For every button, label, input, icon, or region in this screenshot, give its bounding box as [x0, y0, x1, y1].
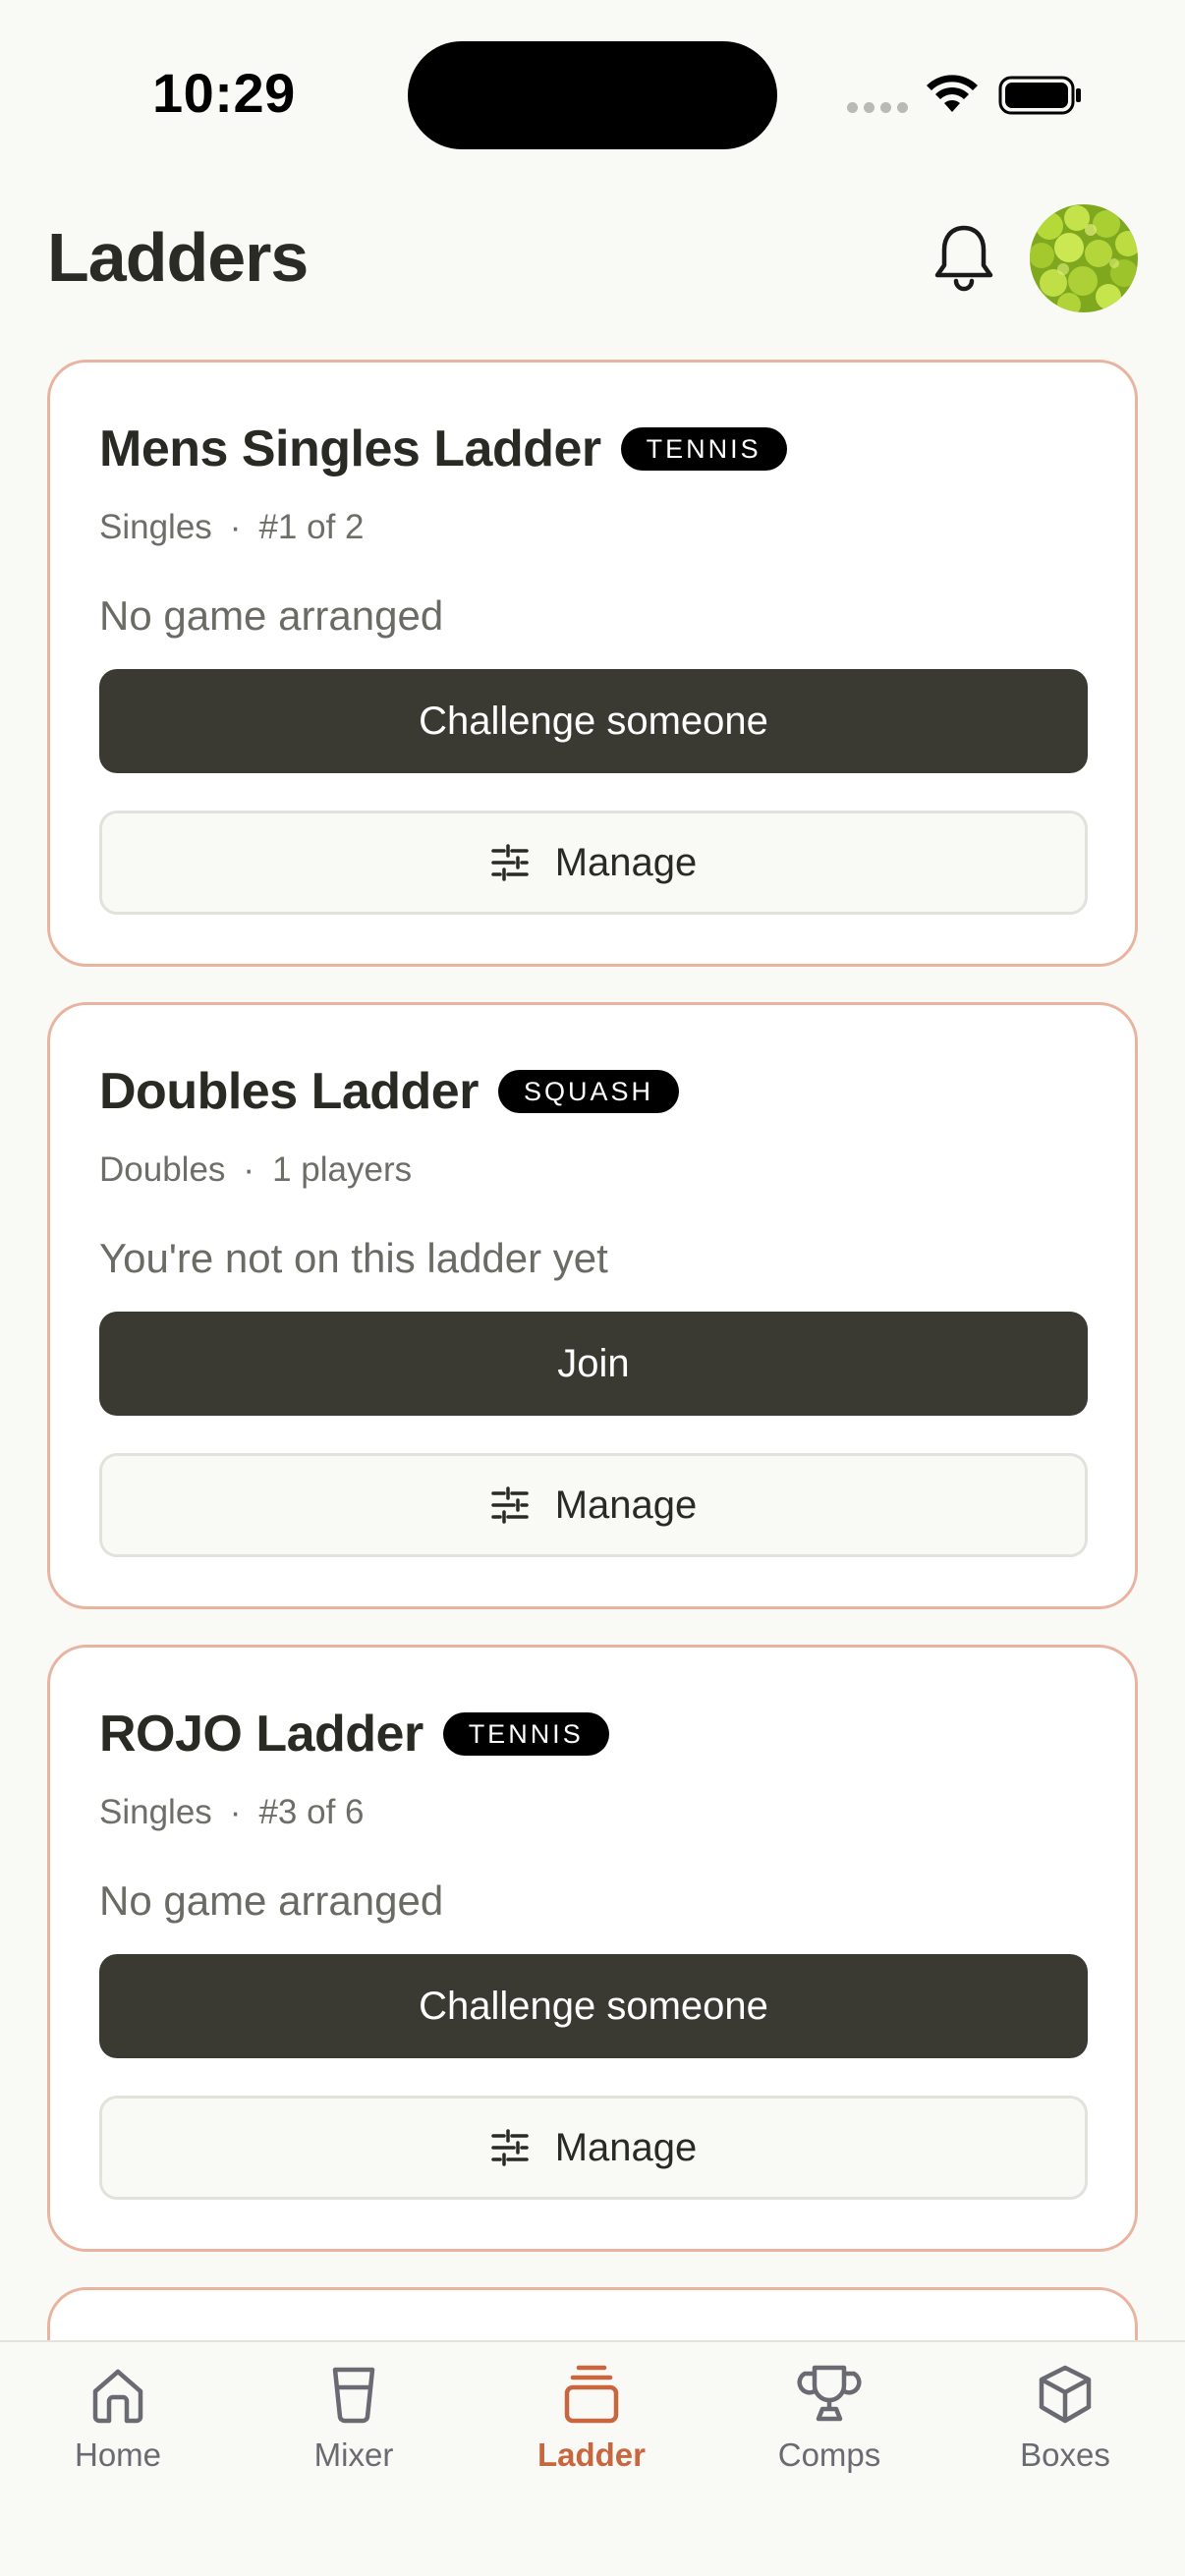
ladder-card[interactable]: ROJO Ladder TENNIS Singles · #3 of 6 No … [47, 1645, 1138, 2252]
meta-separator: · [229, 508, 242, 546]
tab-home[interactable]: Home [20, 2362, 216, 2509]
tab-label: Home [74, 2436, 162, 2473]
home-icon [92, 2369, 143, 2424]
notifications-bell-icon[interactable] [931, 222, 996, 293]
trophy-icon [797, 2365, 862, 2422]
tennis-balls-avatar-image [1030, 204, 1138, 312]
ladder-card[interactable]: Doubles Ladder SQUASH Doubles · 1 player… [47, 1002, 1138, 1609]
ladder-format: Doubles [99, 1150, 226, 1189]
tab-mixer[interactable]: Mixer [255, 2362, 452, 2509]
manage-label: Manage [554, 1483, 698, 1527]
tab-ladder[interactable]: Ladder [493, 2362, 690, 2509]
bottom-tab-bar: Home Mixer Ladder Comps Boxes [0, 2340, 1185, 2576]
cellular-signal-icon [847, 102, 908, 113]
ladder-format: Singles [99, 508, 212, 546]
tab-comps[interactable]: Comps [731, 2362, 928, 2509]
manage-label: Manage [554, 840, 698, 884]
manage-button[interactable]: Manage [99, 1453, 1088, 1557]
sport-badge: TENNIS [620, 427, 787, 471]
manage-button[interactable]: Manage [99, 2096, 1088, 2200]
manage-button[interactable]: Manage [99, 811, 1088, 915]
challenge-someone-button[interactable]: Challenge someone [99, 1954, 1088, 2058]
sliders-icon [490, 844, 529, 881]
battery-icon [998, 76, 1081, 115]
dynamic-island [408, 41, 777, 149]
ladder-meta: Doubles · 1 players [99, 1150, 412, 1190]
box-icon [1039, 2365, 1092, 2424]
ladder-status: No game arranged [99, 1877, 444, 1924]
ladder-stack-icon [564, 2365, 619, 2424]
cup-icon [332, 2367, 375, 2424]
tab-label: Mixer [313, 2436, 394, 2473]
status-time: 10:29 [152, 62, 296, 124]
ladder-meta: Singles · #3 of 6 [99, 1793, 365, 1832]
wifi-icon [927, 75, 978, 112]
ladder-card[interactable]: Mens Singles Ladder TENNIS Singles · #1 … [47, 360, 1138, 967]
ladder-status: No game arranged [99, 592, 444, 639]
avatar[interactable] [1030, 204, 1138, 312]
tab-boxes[interactable]: Boxes [967, 2362, 1163, 2509]
meta-separator: · [243, 1150, 255, 1189]
ladder-player-count: 1 players [272, 1150, 413, 1189]
sliders-icon [490, 2129, 529, 2166]
sport-badge: TENNIS [442, 1712, 609, 1756]
ladder-title: ROJO Ladder [99, 1706, 423, 1763]
ladder-title: Mens Singles Ladder [99, 420, 601, 477]
ladder-rank: #3 of 6 [258, 1793, 365, 1831]
ladder-rank: #1 of 2 [258, 508, 365, 546]
sport-badge: SQUASH [497, 1070, 679, 1113]
ladder-title: Doubles Ladder [99, 1063, 479, 1120]
ladder-status: You're not on this ladder yet [99, 1235, 608, 1281]
meta-separator: · [229, 1793, 242, 1831]
ladder-meta: Singles · #1 of 2 [99, 508, 365, 547]
status-bar: 10:29 [0, 0, 1185, 177]
join-button[interactable]: Join [99, 1312, 1088, 1416]
page-title: Ladders [47, 219, 309, 296]
sliders-icon [490, 1486, 529, 1524]
tab-label: Comps [777, 2436, 881, 2473]
tab-label: Boxes [1020, 2436, 1110, 2473]
ladder-format: Singles [99, 1793, 212, 1831]
challenge-someone-button[interactable]: Challenge someone [99, 669, 1088, 773]
tab-label: Ladder [536, 2436, 647, 2473]
manage-label: Manage [554, 2125, 698, 2169]
